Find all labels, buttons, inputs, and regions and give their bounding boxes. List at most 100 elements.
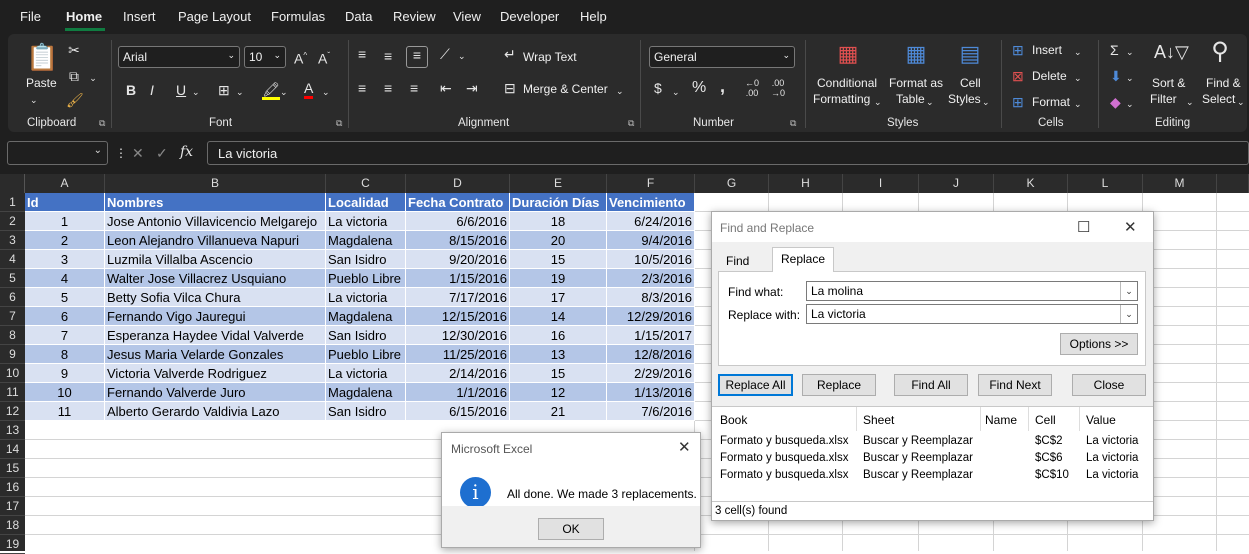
decrease-indent-icon[interactable]: ⇤ xyxy=(440,80,452,96)
row-header[interactable]: 2 xyxy=(0,212,25,231)
fill-icon[interactable]: ⬇ xyxy=(1110,68,1122,84)
row-header[interactable]: 7 xyxy=(0,307,25,326)
cell-duracion-dias[interactable]: 15 xyxy=(510,364,607,383)
wrap-text-icon[interactable]: ↵ xyxy=(504,46,516,62)
column-header[interactable]: J xyxy=(919,174,994,193)
merge-center-icon[interactable]: ⊟ xyxy=(504,80,516,96)
results-list[interactable]: Book Sheet Name Cell Value Formato y bus… xyxy=(712,406,1153,520)
cell-vencimiento[interactable]: 9/4/2016 xyxy=(607,231,695,250)
delete-cells-button[interactable]: Delete xyxy=(1032,69,1067,84)
result-value[interactable]: La victoria xyxy=(1086,469,1138,481)
cell-vencimiento[interactable]: 6/24/2016 xyxy=(607,212,695,231)
wrap-text-button[interactable]: Wrap Text xyxy=(523,50,577,65)
cell-duracion-dias[interactable]: 20 xyxy=(510,231,607,250)
cell-id[interactable]: 11 xyxy=(25,402,105,421)
chevron-down-icon[interactable]: ⌄ xyxy=(30,92,38,108)
dialog-launcher-icon[interactable]: ⧉ xyxy=(336,118,342,129)
clear-icon[interactable]: ◆ xyxy=(1110,94,1121,110)
cell-styles-label[interactable]: Cell xyxy=(960,76,981,91)
chevron-down-icon[interactable]: ⌄ xyxy=(1237,94,1245,110)
cell-id[interactable]: 7 xyxy=(25,326,105,345)
increase-decimal-icon[interactable]: ←0.00 xyxy=(745,78,759,98)
replace-all-button[interactable]: Replace All xyxy=(718,374,793,396)
menu-file[interactable]: File xyxy=(20,9,41,24)
conditional-formatting-label-2[interactable]: Formatting xyxy=(813,92,870,107)
result-book[interactable]: Formato y busqueda.xlsx xyxy=(720,435,848,447)
row-header[interactable]: 6 xyxy=(0,288,25,307)
result-header-value[interactable]: Value xyxy=(1086,413,1116,427)
cell-styles-label-2[interactable]: Styles xyxy=(948,92,981,107)
cell-fecha-contrato[interactable]: 6/6/2016 xyxy=(406,212,510,231)
paste-icon[interactable]: 📋 xyxy=(26,42,58,72)
italic-icon[interactable]: I xyxy=(150,82,154,98)
chevron-down-icon[interactable]: ⌄ xyxy=(1120,305,1137,323)
column-header[interactable]: A xyxy=(25,174,105,193)
sort-filter-label-2[interactable]: Filter xyxy=(1150,92,1177,107)
chevron-down-icon[interactable]: ⌄ xyxy=(1074,96,1082,112)
select-all-corner[interactable] xyxy=(0,174,25,193)
cell-id[interactable]: 8 xyxy=(25,345,105,364)
insert-function-icon[interactable]: fx xyxy=(180,144,193,160)
cell-id[interactable]: 5 xyxy=(25,288,105,307)
row-header[interactable]: 10 xyxy=(0,364,25,383)
chevron-down-icon[interactable]: ⌄ xyxy=(280,84,288,100)
column-header[interactable]: M xyxy=(1143,174,1217,193)
menu-developer[interactable]: Developer xyxy=(500,9,559,24)
find-all-button[interactable]: Find All xyxy=(894,374,968,396)
column-header[interactable]: E xyxy=(510,174,607,193)
bold-icon[interactable]: B xyxy=(126,82,136,98)
table-header-localidad[interactable]: Localidad xyxy=(326,193,406,212)
chevron-down-icon[interactable]: ⌄ xyxy=(192,84,200,100)
cell-vencimiento[interactable]: 2/29/2016 xyxy=(607,364,695,383)
format-cells-button[interactable]: Format xyxy=(1032,95,1070,110)
chevron-down-icon[interactable]: ⌄ xyxy=(1126,96,1134,112)
cell-localidad[interactable]: San Isidro xyxy=(326,402,406,421)
dialog-launcher-icon[interactable]: ⧉ xyxy=(99,118,105,129)
result-header-book[interactable]: Book xyxy=(720,413,747,427)
cell-fecha-contrato[interactable]: 1/1/2016 xyxy=(406,383,510,402)
table-header-vencimiento[interactable]: Vencimiento xyxy=(607,193,695,212)
find-select-icon[interactable]: ⚲ xyxy=(1206,38,1234,66)
currency-icon[interactable]: $ xyxy=(654,80,662,96)
result-sheet[interactable]: Buscar y Reemplazar xyxy=(863,435,973,447)
row-header[interactable]: 18 xyxy=(0,516,25,535)
cell-localidad[interactable]: La victoria xyxy=(326,364,406,383)
cell-id[interactable]: 2 xyxy=(25,231,105,250)
chevron-down-icon[interactable]: ⌄ xyxy=(322,84,330,100)
conditional-formatting-label[interactable]: Conditional xyxy=(817,76,877,91)
cell-fecha-contrato[interactable]: 2/14/2016 xyxy=(406,364,510,383)
insert-cells-icon[interactable]: ⊞ xyxy=(1012,42,1024,58)
menu-review[interactable]: Review xyxy=(393,9,436,24)
chevron-down-icon[interactable]: ⌄ xyxy=(236,84,244,100)
row-header[interactable]: 17 xyxy=(0,497,25,516)
result-header-sheet[interactable]: Sheet xyxy=(863,413,894,427)
menu-page-layout[interactable]: Page Layout xyxy=(178,9,251,24)
font-name-dropdown[interactable]: Arial ⌄ xyxy=(118,46,240,68)
result-cell[interactable]: $C$6 xyxy=(1035,452,1063,464)
close-icon[interactable]: ✕ xyxy=(678,438,691,456)
table-header-nombres[interactable]: Nombres xyxy=(105,193,326,212)
cell-vencimiento[interactable]: 8/3/2016 xyxy=(607,288,695,307)
chevron-down-icon[interactable]: ⌄ xyxy=(458,48,466,64)
insert-cells-button[interactable]: Insert xyxy=(1032,43,1062,58)
cell-vencimiento[interactable]: 12/8/2016 xyxy=(607,345,695,364)
column-header[interactable]: B xyxy=(105,174,326,193)
row-header[interactable]: 8 xyxy=(0,326,25,345)
cell-fecha-contrato[interactable]: 6/15/2016 xyxy=(406,402,510,421)
table-header-duracion-dias[interactable]: Duración Días xyxy=(510,193,607,212)
menu-view[interactable]: View xyxy=(453,9,481,24)
cell-localidad[interactable]: Magdalena xyxy=(326,307,406,326)
row-header[interactable]: 4 xyxy=(0,250,25,269)
cell-id[interactable]: 9 xyxy=(25,364,105,383)
result-book[interactable]: Formato y busqueda.xlsx xyxy=(720,452,848,464)
format-cells-icon[interactable]: ⊞ xyxy=(1012,94,1024,110)
cell-id[interactable]: 10 xyxy=(25,383,105,402)
column-header[interactable] xyxy=(1217,174,1249,193)
cell-vencimiento[interactable]: 7/6/2016 xyxy=(607,402,695,421)
cell-duracion-dias[interactable]: 17 xyxy=(510,288,607,307)
chevron-down-icon[interactable]: ⌄ xyxy=(1186,94,1194,110)
cell-fecha-contrato[interactable]: 9/20/2016 xyxy=(406,250,510,269)
column-header[interactable]: K xyxy=(994,174,1068,193)
cell-localidad[interactable]: San Isidro xyxy=(326,326,406,345)
cell-id[interactable]: 3 xyxy=(25,250,105,269)
